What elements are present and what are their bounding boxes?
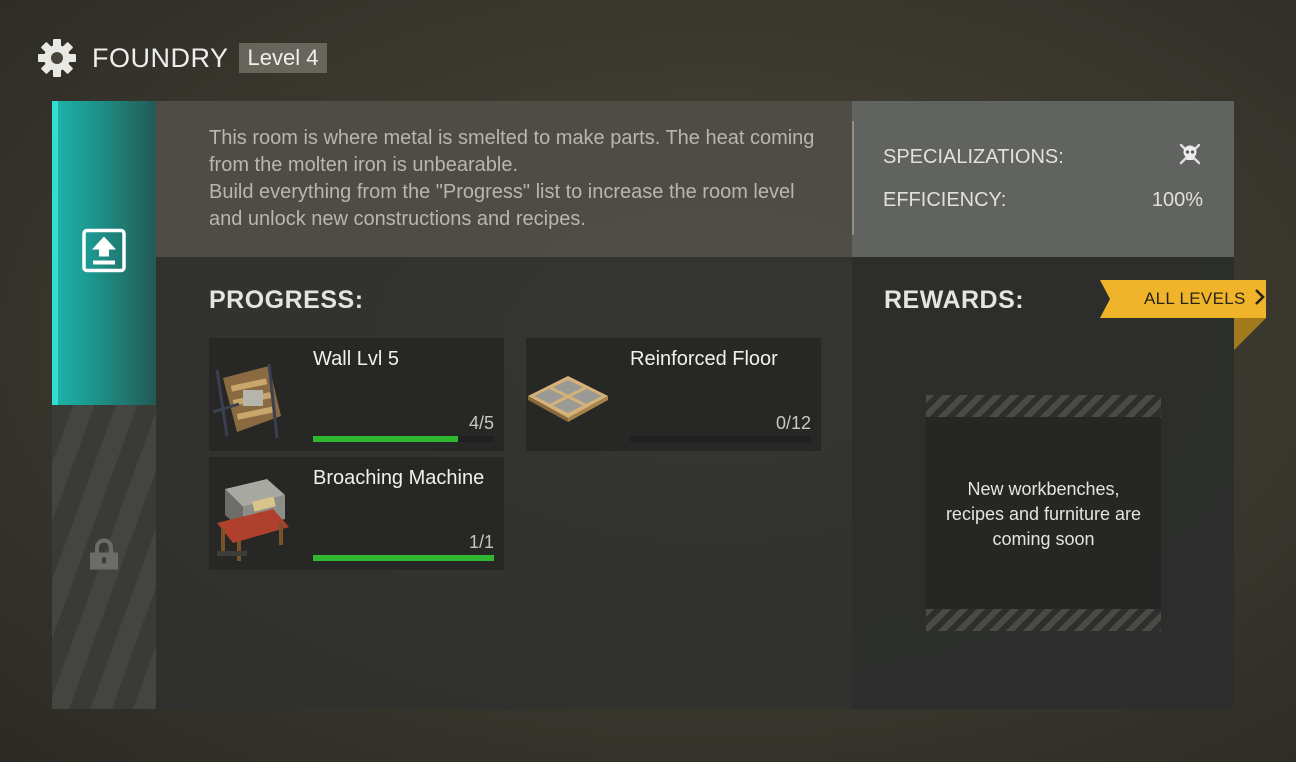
card-count: 1/1 [468, 532, 494, 552]
card-count: 4/5 [468, 413, 494, 433]
card-title: Broaching Machine [313, 467, 485, 489]
all-levels-button[interactable]: ALL LEVELS [1100, 280, 1266, 318]
progress-card[interactable]: Reinforced Floor 0/12 [526, 338, 821, 451]
stats-box: SPECIALIZATIONS: EFFICIENCY: 100% [852, 101, 1234, 257]
skull-crossbones-icon[interactable] [1177, 141, 1203, 173]
efficiency-value: 100% [1151, 189, 1203, 211]
progress-card[interactable]: Wall Lvl 5 4/5 [209, 338, 504, 451]
progress-bar [313, 436, 494, 442]
specializations-row: SPECIALIZATIONS: [883, 141, 1203, 173]
coming-soon-box: New workbenches, recipes and furniture a… [926, 395, 1161, 631]
progress-bar-fill [313, 436, 458, 442]
efficiency-label: EFFICIENCY: [883, 189, 1007, 211]
progress-bar [313, 555, 494, 561]
progress-bar-fill [313, 555, 494, 561]
rewards-title: REWARDS: [884, 286, 1025, 314]
divider [852, 121, 854, 235]
hazard-stripe [926, 609, 1161, 631]
chevron-right-icon [1254, 288, 1266, 311]
description-box: This room is where metal is smelted to m… [156, 101, 852, 257]
room-header: FOUNDRY Level 4 [36, 37, 328, 79]
gear-icon[interactable] [36, 37, 78, 79]
progress-title: PROGRESS: [209, 286, 364, 314]
coming-soon-text: New workbenches, recipes and furniture a… [926, 477, 1161, 552]
card-title: Reinforced Floor [630, 348, 778, 370]
side-tabs [52, 101, 156, 709]
progress-bar [630, 436, 811, 442]
wall-construction-icon [209, 346, 295, 446]
card-count: 0/12 [775, 413, 811, 433]
coming-soon-line: coming soon [992, 529, 1095, 549]
hazard-stripe [926, 395, 1161, 417]
specializations-label: SPECIALIZATIONS: [883, 145, 1064, 168]
broaching-machine-icon [209, 465, 295, 565]
all-levels-label: ALL LEVELS [1144, 289, 1246, 308]
coming-soon-line: New workbenches, [967, 479, 1120, 499]
level-badge: Level 4 [238, 43, 328, 73]
ribbon-fold [1234, 318, 1266, 350]
description-line: Build everything from the "Progress" lis… [209, 181, 795, 230]
coming-soon-line: recipes and furniture are [945, 504, 1142, 524]
card-title: Wall Lvl 5 [313, 348, 399, 370]
floor-tile-icon [526, 346, 612, 446]
efficiency-row: EFFICIENCY: 100% [883, 189, 1203, 212]
lock-icon [89, 538, 119, 576]
upgrade-arrow-icon [82, 228, 126, 278]
progress-card[interactable]: Broaching Machine 1/1 [209, 457, 504, 570]
description-text: This room is where metal is smelted to m… [209, 125, 829, 233]
room-title: FOUNDRY [92, 42, 229, 73]
description-line: This room is where metal is smelted to m… [209, 127, 815, 176]
tab-upgrade[interactable] [52, 101, 156, 405]
tab-locked[interactable] [52, 405, 156, 709]
